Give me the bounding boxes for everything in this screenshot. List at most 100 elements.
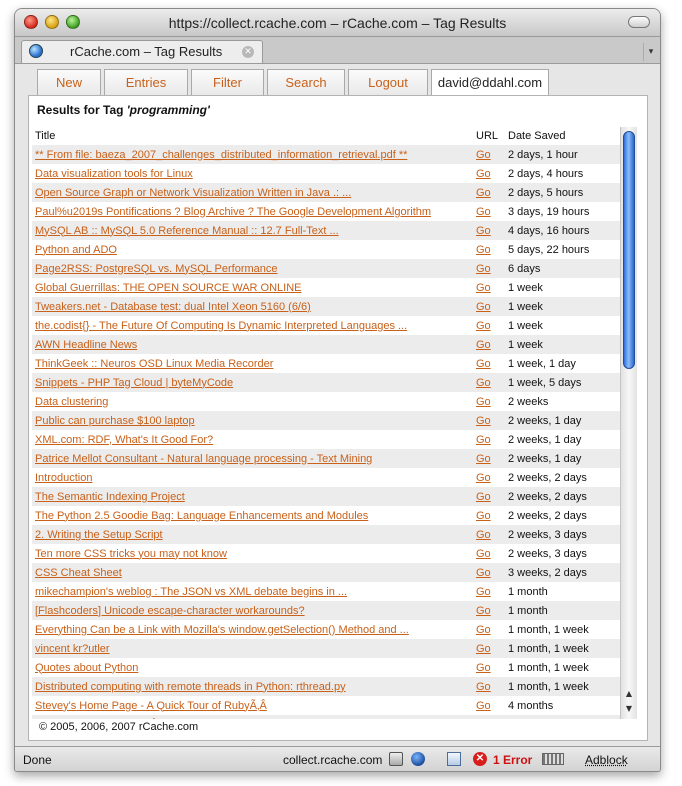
entry-title-link[interactable]: Ten more CSS tricks you may not know bbox=[35, 548, 227, 560]
entry-title-link[interactable]: Stevey's Home Page - A Quick Tour of Rub… bbox=[35, 700, 267, 712]
entry-title-link[interactable]: Distributed computing with remote thread… bbox=[35, 681, 346, 693]
go-link[interactable]: Go bbox=[476, 510, 491, 522]
date-saved-cell: 2 weeks, 1 day bbox=[508, 433, 582, 446]
go-link[interactable]: Go bbox=[476, 681, 491, 693]
go-link[interactable]: Go bbox=[476, 301, 491, 313]
go-link[interactable]: Go bbox=[476, 491, 491, 503]
go-link[interactable]: Go bbox=[476, 320, 491, 332]
go-link[interactable]: Go bbox=[476, 453, 491, 465]
entry-title-link[interactable]: Tweakers.net - Database test: dual Intel… bbox=[35, 301, 311, 313]
entry-title-link[interactable]: the.codist{} - The Future Of Computing I… bbox=[35, 320, 407, 332]
go-link[interactable]: Go bbox=[476, 700, 491, 712]
entry-title-link[interactable]: ** From file: baeza_2007_challenges_dist… bbox=[35, 149, 407, 161]
go-link[interactable]: Go bbox=[476, 605, 491, 617]
row-url-cell: Go bbox=[473, 658, 505, 677]
entry-title-link[interactable]: The Semantic Indexing Project bbox=[35, 491, 185, 503]
toolbar-toggle-button[interactable] bbox=[628, 16, 650, 28]
table-header-row: Title URL Date Saved bbox=[32, 127, 622, 145]
entry-title-link[interactable]: Python and ADO bbox=[35, 244, 117, 256]
error-count[interactable]: 1 Error bbox=[493, 753, 532, 767]
go-link[interactable]: Go bbox=[476, 168, 491, 180]
entry-title-link[interactable]: Quotes about Python bbox=[35, 662, 138, 674]
go-link[interactable]: Go bbox=[476, 225, 491, 237]
row-title-cell: Open Source Graph or Network Visualizati… bbox=[32, 183, 473, 202]
entry-title-link[interactable]: ThinkGeek :: Neuros OSD Linux Media Reco… bbox=[35, 358, 273, 370]
go-link[interactable]: Go bbox=[476, 643, 491, 655]
entry-title-link[interactable]: Patrice Mellot Consultant - Natural lang… bbox=[35, 453, 372, 465]
web-developer-icon[interactable] bbox=[411, 752, 425, 766]
entry-title-link[interactable]: Public can purchase $100 laptop bbox=[35, 415, 195, 427]
go-link[interactable]: Go bbox=[476, 415, 491, 427]
page-icon[interactable] bbox=[447, 752, 461, 766]
go-link[interactable]: Go bbox=[476, 244, 491, 256]
row-title-cell: Everything Can be a Link with Mozilla's … bbox=[32, 620, 473, 639]
nav-tab-entries[interactable]: Entries bbox=[104, 69, 188, 95]
browser-tab-title: rCache.com – Tag Results bbox=[70, 44, 223, 59]
entry-title-link[interactable]: Everything Can be a Link with Mozilla's … bbox=[35, 624, 409, 636]
column-header-title: Title bbox=[35, 130, 56, 142]
go-link[interactable]: Go bbox=[476, 339, 491, 351]
table-row: Global Guerrillas: THE OPEN SOURCE WAR O… bbox=[32, 278, 622, 297]
tab-list-menu-button[interactable]: ▾ bbox=[643, 43, 658, 61]
vertical-scrollbar[interactable]: ▲ ▼ bbox=[620, 127, 637, 719]
entry-title-link[interactable]: Paul%u2019s Pontifications ? Blog Archiv… bbox=[35, 206, 431, 218]
go-link[interactable]: Go bbox=[476, 719, 491, 720]
go-link[interactable]: Go bbox=[476, 149, 491, 161]
adblock-button[interactable]: Adblock bbox=[585, 753, 628, 767]
go-link[interactable]: Go bbox=[476, 529, 491, 541]
lock-icon[interactable] bbox=[389, 752, 403, 766]
error-icon[interactable]: ✕ bbox=[473, 752, 487, 766]
go-link[interactable]: Go bbox=[476, 548, 491, 560]
go-link[interactable]: Go bbox=[476, 187, 491, 199]
row-title-cell: Introduction bbox=[32, 468, 473, 487]
entry-title-link[interactable]: Data clustering bbox=[35, 396, 108, 408]
table-row: Rakesh Agrawal's Blog Â» The road to Goo… bbox=[32, 715, 622, 719]
scrollbar-thumb[interactable] bbox=[623, 131, 635, 369]
entry-title-link[interactable]: Rakesh Agrawal's Blog Â» The road to Goo… bbox=[35, 719, 345, 720]
nav-tab-new[interactable]: New bbox=[37, 69, 101, 95]
entry-title-link[interactable]: CSS Cheat Sheet bbox=[35, 567, 122, 579]
go-link[interactable]: Go bbox=[476, 434, 491, 446]
go-link[interactable]: Go bbox=[476, 377, 491, 389]
results-table-container: Title URL Date Saved ** From file: baeza… bbox=[32, 127, 622, 719]
scroll-up-arrow[interactable]: ▲ bbox=[624, 689, 634, 698]
entry-title-link[interactable]: Introduction bbox=[35, 472, 92, 484]
entry-title-link[interactable]: Open Source Graph or Network Visualizati… bbox=[35, 187, 351, 199]
go-link[interactable]: Go bbox=[476, 624, 491, 636]
nav-tab-search[interactable]: Search bbox=[267, 69, 345, 95]
nav-tab-filter[interactable]: Filter bbox=[191, 69, 264, 95]
go-link[interactable]: Go bbox=[476, 396, 491, 408]
column-header-date: Date Saved bbox=[508, 130, 566, 142]
entry-title-link[interactable]: XML.com: RDF, What's It Good For? bbox=[35, 434, 213, 446]
entry-title-link[interactable]: 2. Writing the Setup Script bbox=[35, 529, 163, 541]
date-saved-cell: 2 weeks, 1 day bbox=[508, 414, 582, 427]
tab-close-icon[interactable]: ✕ bbox=[242, 46, 254, 58]
go-link[interactable]: Go bbox=[476, 263, 491, 275]
scroll-down-arrow[interactable]: ▼ bbox=[624, 704, 634, 713]
go-link[interactable]: Go bbox=[476, 662, 491, 674]
go-link[interactable]: Go bbox=[476, 472, 491, 484]
go-link[interactable]: Go bbox=[476, 206, 491, 218]
nav-tab-logout[interactable]: Logout bbox=[348, 69, 428, 95]
entry-title-link[interactable]: AWN Headline News bbox=[35, 339, 137, 351]
entry-title-link[interactable]: Snippets - PHP Tag Cloud | byteMyCode bbox=[35, 377, 233, 389]
adblock-grid-icon[interactable] bbox=[542, 753, 564, 765]
entry-title-link[interactable]: Data visualization tools for Linux bbox=[35, 168, 193, 180]
date-saved-cell: 2 weeks, 2 days bbox=[508, 471, 587, 484]
entry-title-link[interactable]: Page2RSS: PostgreSQL vs. MySQL Performan… bbox=[35, 263, 278, 275]
entry-title-link[interactable]: vincent kr?utler bbox=[35, 643, 110, 655]
entry-title-link[interactable]: The Python 2.5 Goodie Bag: Language Enha… bbox=[35, 510, 368, 522]
browser-tab[interactable]: rCache.com – Tag Results ✕ bbox=[21, 40, 263, 63]
entry-title-link[interactable]: [Flashcoders] Unicode escape-character w… bbox=[35, 605, 305, 617]
go-link[interactable]: Go bbox=[476, 282, 491, 294]
entry-title-link[interactable]: Global Guerrillas: THE OPEN SOURCE WAR O… bbox=[35, 282, 302, 294]
user-tab: david@ddahl.com bbox=[431, 69, 549, 97]
entry-title-link[interactable]: mikechampion's weblog : The JSON vs XML … bbox=[35, 586, 347, 598]
table-row: the.codist{} - The Future Of Computing I… bbox=[32, 316, 622, 335]
entry-title-link[interactable]: MySQL AB :: MySQL 5.0 Reference Manual :… bbox=[35, 225, 339, 237]
table-row: The Python 2.5 Goodie Bag: Language Enha… bbox=[32, 506, 622, 525]
go-link[interactable]: Go bbox=[476, 586, 491, 598]
date-saved-cell: 1 week, 5 days bbox=[508, 376, 582, 389]
go-link[interactable]: Go bbox=[476, 358, 491, 370]
go-link[interactable]: Go bbox=[476, 567, 491, 579]
